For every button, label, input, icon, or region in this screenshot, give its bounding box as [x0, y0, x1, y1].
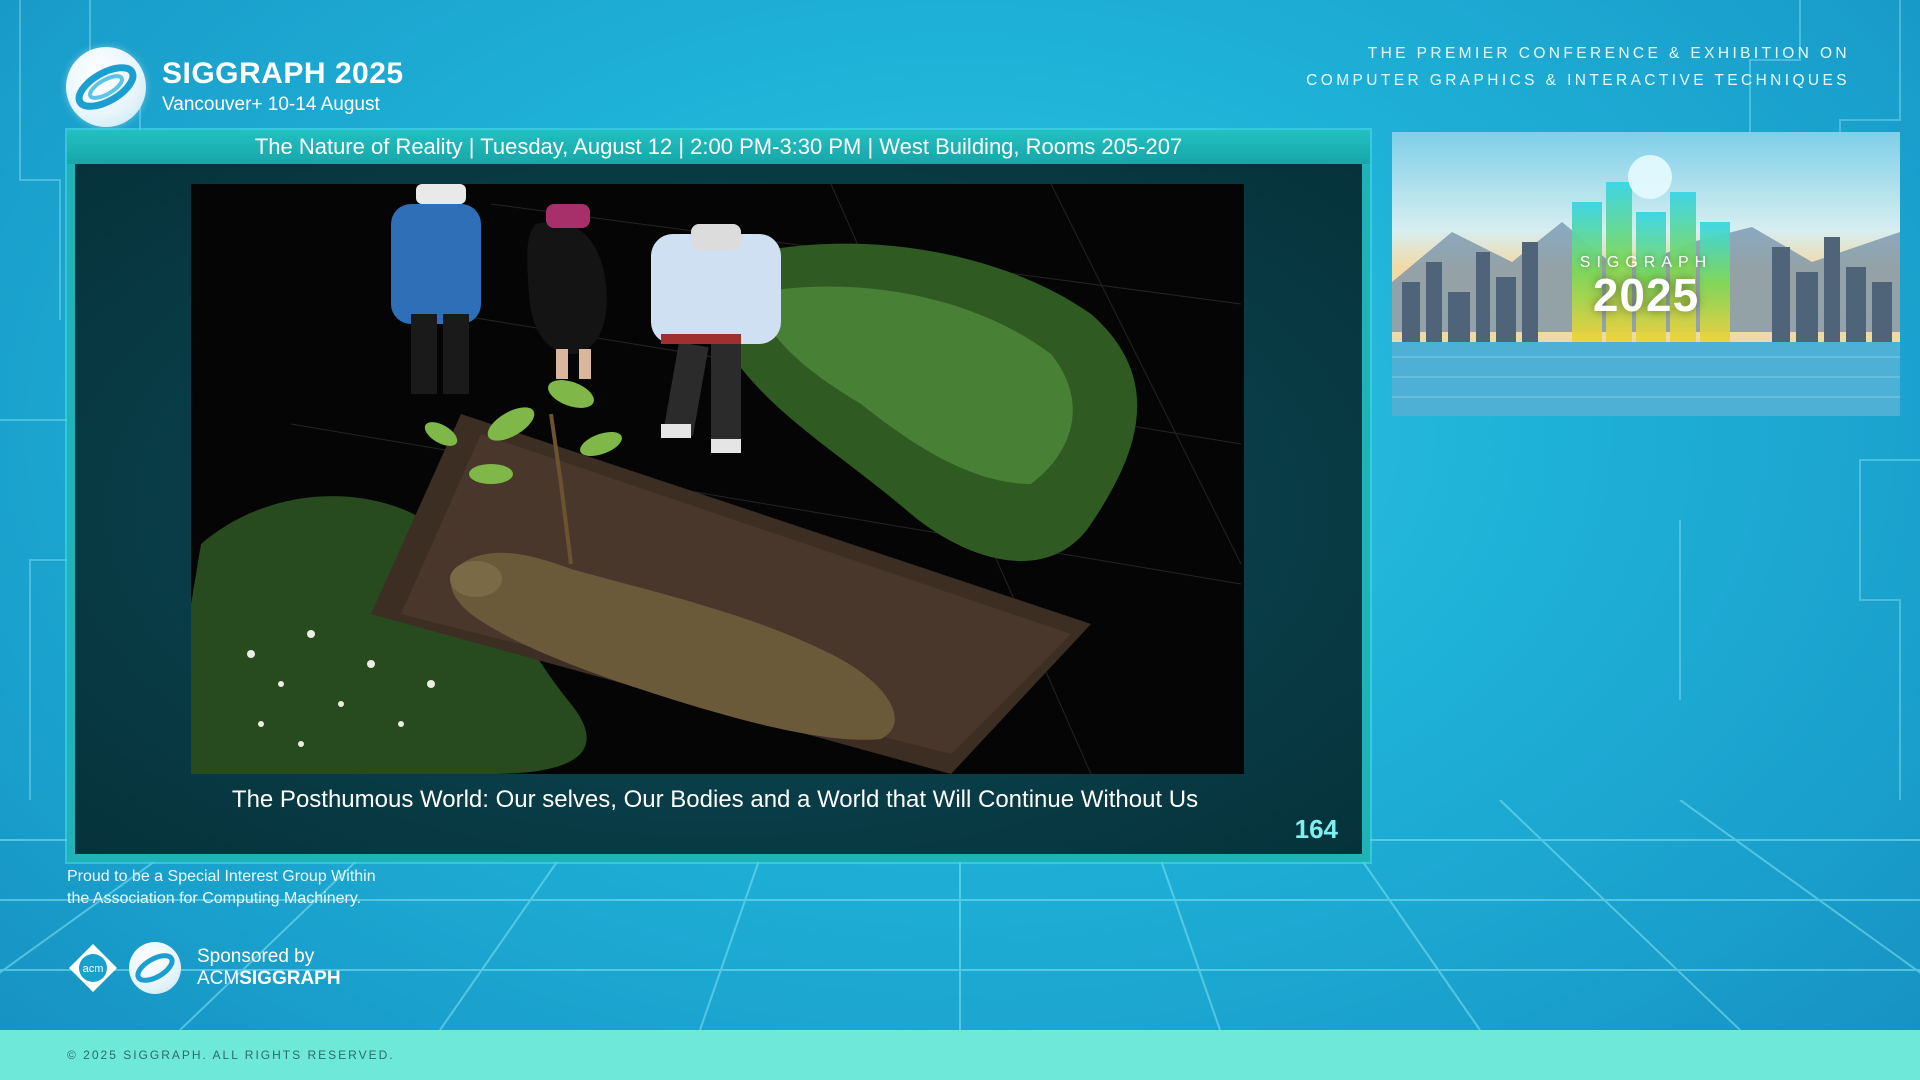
copyright-notice: © 2025 SIGGRAPH. ALL RIGHTS RESERVED.	[67, 1048, 395, 1062]
tagline-line-2: COMPUTER GRAPHICS & INTERACTIVE TECHNIQU…	[1306, 72, 1850, 89]
logo-title: SIGGRAPH 2025	[162, 57, 404, 90]
sponsor-label: Sponsored by	[197, 946, 315, 967]
presentation-screen: SIGGRAPH 2025 Vancouver+ 10-14 August TH…	[0, 0, 1920, 1080]
slide-image-vr-garden	[191, 184, 1244, 774]
acm-note-line-2: the Association for Computing Machinery.	[67, 890, 362, 907]
presentation-frame: The Nature of Reality | Tuesday, August …	[67, 130, 1370, 862]
sponsor-prefix: ACM	[197, 968, 240, 989]
siggraph-orbit-small-icon	[129, 942, 181, 994]
slide-caption: The Posthumous World: Our selves, Our Bo…	[231, 786, 1199, 813]
logo-subtitle: Vancouver+ 10-14 August	[162, 94, 380, 115]
siggraph-logo-block: SIGGRAPH 2025 Vancouver+ 10-14 August	[66, 44, 404, 130]
promo-year: 2025	[1592, 269, 1700, 321]
conference-tagline: THE PREMIER CONFERENCE & EXHIBITION ON C…	[1306, 40, 1850, 94]
siggraph-promo-panel: SIGGRAPH 2025	[1392, 132, 1900, 416]
session-info-bar: The Nature of Reality | Tuesday, August …	[67, 130, 1370, 164]
acm-logo-text: acm	[83, 963, 104, 975]
acm-diamond-logo-icon: acm	[67, 942, 119, 994]
sponsor-name: ACMSIGGRAPH	[197, 968, 341, 990]
siggraph-orbit-logo-icon	[66, 47, 146, 127]
acm-note-line-1: Proud to be a Special Interest Group Wit…	[67, 868, 376, 885]
slide-number: 164	[1294, 814, 1338, 844]
sponsor-block: acm Sponsored by ACMSIGGRAPH	[67, 942, 341, 994]
tagline-line-1: THE PREMIER CONFERENCE & EXHIBITION ON	[1367, 45, 1850, 62]
sponsor-siggraph: SIGGRAPH	[239, 968, 341, 989]
bottom-strip: © 2025 SIGGRAPH. ALL RIGHTS RESERVED.	[0, 1030, 1920, 1080]
acm-membership-note: Proud to be a Special Interest Group Wit…	[67, 866, 376, 910]
slide: The Posthumous World: Our selves, Our Bo…	[75, 164, 1362, 854]
